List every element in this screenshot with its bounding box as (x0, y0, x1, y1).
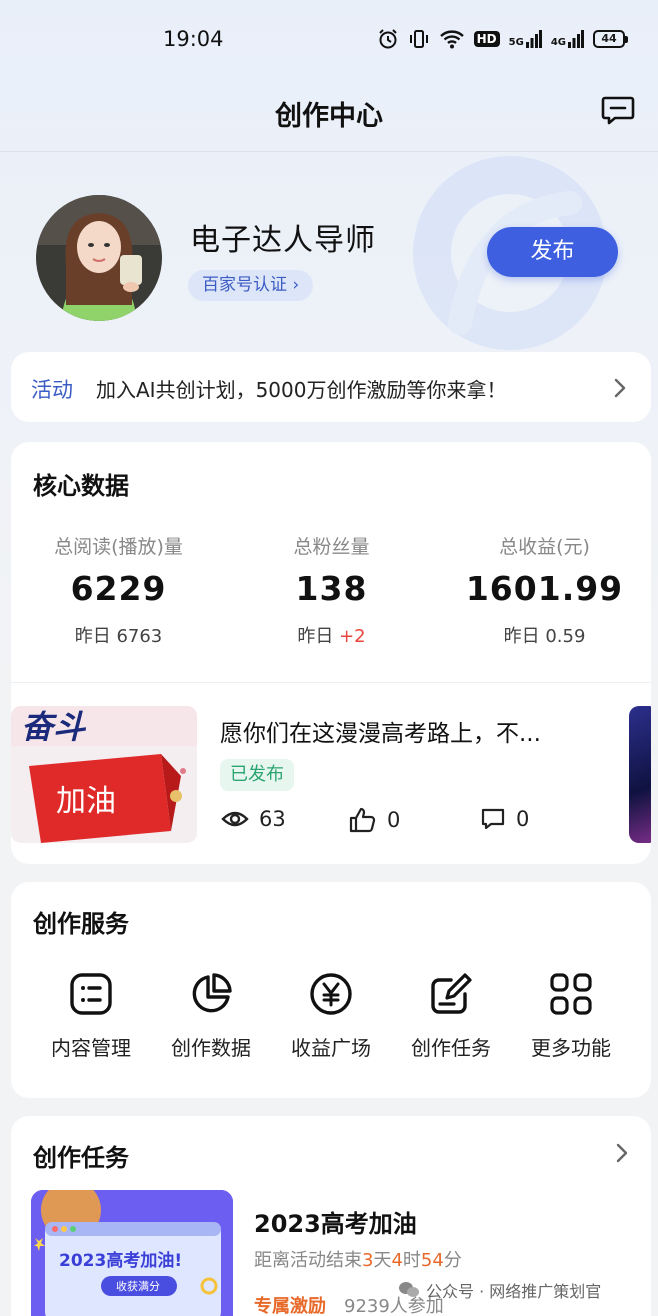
yesterday-label: 昨日 (74, 626, 111, 647)
watermark: 公众号 · 网络推广策划官 (398, 1278, 601, 1302)
article-thumbnail[interactable]: 奋斗 加油 (11, 706, 197, 843)
task-title[interactable]: 2023高考加油 (254, 1204, 417, 1239)
list-icon (70, 973, 112, 1015)
wifi-icon (439, 30, 464, 49)
services-title: 创作服务 (33, 910, 129, 938)
yesterday-delta: +2 (339, 626, 366, 647)
message-icon[interactable] (600, 92, 636, 128)
stat-value: 138 (295, 569, 368, 608)
stat-label: 总粉丝量 (293, 536, 370, 558)
yesterday-value: 0.59 (545, 626, 586, 647)
status-time: 19:04 (163, 27, 224, 51)
alarm-icon (378, 29, 397, 49)
stat-total-income[interactable]: 总收益(元) 1601.99 昨日 0.59 (438, 532, 651, 648)
countdown-days-unit: 天 (373, 1250, 392, 1271)
comments-count: 0 (516, 807, 530, 831)
task-countdown: 距离活动结束3天4时54分 (254, 1246, 462, 1272)
status-bar: 19:04 HD 5G 4G 44 (0, 0, 658, 80)
thumbnail-flag-text: 加油 (56, 784, 116, 819)
signal-bars-icon (568, 30, 584, 48)
stat-label: 总阅读(播放)量 (54, 536, 183, 558)
stat-value: 1601.99 (465, 569, 624, 608)
stat-yesterday: 昨日 +2 (225, 622, 438, 648)
wechat-icon (399, 1282, 419, 1297)
divider (11, 682, 651, 683)
countdown-prefix: 距离活动结束 (254, 1250, 362, 1271)
certification-badge[interactable]: 百家号认证 › (188, 270, 314, 301)
likes-metric: 0 (349, 807, 400, 833)
service-label: 创作数据 (171, 1036, 251, 1060)
task-reward: 专属激励 (254, 1296, 326, 1316)
published-badge: 已发布 (220, 759, 294, 791)
profile-name: 电子达人导师 (190, 223, 376, 258)
page-title: 创作中心 (275, 101, 383, 132)
stat-value: 6229 (70, 569, 167, 608)
service-creation-data[interactable]: 创作数据 (151, 972, 271, 1061)
service-creation-tasks[interactable]: 创作任务 (391, 972, 511, 1061)
activity-tag: 活动 (31, 378, 73, 402)
stat-yesterday: 昨日 6763 (12, 622, 225, 648)
comment-icon (481, 808, 505, 830)
core-data-card: 核心数据 总阅读(播放)量 6229 昨日 6763 总粉丝量 138 昨日 +… (11, 442, 651, 864)
stat-label: 总收益(元) (499, 536, 590, 558)
tasks-title: 创作任务 (33, 1144, 129, 1172)
edit-icon (431, 973, 472, 1014)
task-thumbnail[interactable]: 2023高考加油! 收获满分 (31, 1190, 233, 1316)
countdown-hours-unit: 时 (402, 1250, 421, 1271)
article-title[interactable]: 愿你们在这漫漫高考路上，不... (220, 714, 541, 748)
signal-4g-label: 4G (550, 37, 566, 48)
countdown-minutes-unit: 分 (443, 1250, 462, 1271)
signal-5g: 5G (509, 30, 542, 48)
service-label: 收益广场 (291, 1036, 371, 1060)
countdown-hours: 4 (391, 1250, 403, 1271)
hd-badge: HD (473, 31, 500, 47)
activity-text: 加入AI共创计划，5000万创作激励等你来拿！ (96, 378, 507, 402)
views-metric: 63 (221, 807, 286, 831)
next-article-thumbnail[interactable] (629, 706, 651, 843)
task-thumbnail-title: 2023高考加油! (59, 1250, 182, 1271)
signal-4g: 4G (551, 30, 584, 48)
avatar[interactable] (36, 195, 162, 321)
comments-metric: 0 (480, 807, 529, 831)
profile-section: 电子达人导师 百家号认证 › 发布 (0, 153, 658, 351)
publish-button[interactable]: 发布 (487, 227, 618, 277)
yesterday-label: 昨日 (503, 626, 540, 647)
creation-services-card: 创作服务 内容管理 创作数据 收益广场 创作任务 更多功能 (11, 882, 651, 1098)
chevron-right-icon (614, 378, 626, 398)
service-more-functions[interactable]: 更多功能 (511, 972, 631, 1061)
chevron-right-icon[interactable] (615, 1142, 629, 1164)
service-label: 创作任务 (411, 1036, 491, 1060)
views-count: 63 (259, 807, 286, 831)
stat-total-fans[interactable]: 总粉丝量 138 昨日 +2 (225, 532, 438, 648)
vibrate-icon (409, 30, 428, 48)
signal-bars-icon (525, 30, 542, 48)
thumbnail-top-text: 奋斗 (21, 708, 87, 746)
battery-icon: 44 (593, 30, 628, 48)
likes-count: 0 (387, 808, 401, 832)
watermark-text: 公众号 · 网络推广策划官 (426, 1282, 602, 1301)
status-icons: HD 5G 4G 44 (377, 28, 628, 50)
yesterday-label: 昨日 (297, 626, 334, 647)
eye-icon (221, 811, 249, 827)
grid-icon (550, 973, 592, 1015)
signal-5g-label: 5G (508, 37, 524, 48)
countdown-days: 3 (362, 1250, 374, 1271)
service-content-management[interactable]: 内容管理 (31, 972, 151, 1061)
activity-banner[interactable]: 活动 加入AI共创计划，5000万创作激励等你来拿！ (11, 352, 651, 422)
pie-chart-icon (192, 973, 232, 1013)
task-thumbnail-button: 收获满分 (116, 1279, 160, 1293)
service-label: 内容管理 (51, 1036, 131, 1060)
thumbs-up-icon (349, 807, 376, 833)
service-label: 更多功能 (531, 1036, 611, 1060)
yesterday-value: 6763 (116, 626, 163, 647)
battery-level: 44 (593, 30, 625, 48)
stat-yesterday: 昨日 0.59 (438, 622, 651, 648)
service-income-square[interactable]: 收益广场 (271, 972, 391, 1061)
core-data-title: 核心数据 (33, 472, 129, 500)
yen-icon (310, 973, 352, 1015)
stat-total-reads[interactable]: 总阅读(播放)量 6229 昨日 6763 (12, 532, 225, 648)
countdown-minutes: 54 (420, 1250, 444, 1271)
nav-bar: 创作中心 (0, 80, 658, 152)
